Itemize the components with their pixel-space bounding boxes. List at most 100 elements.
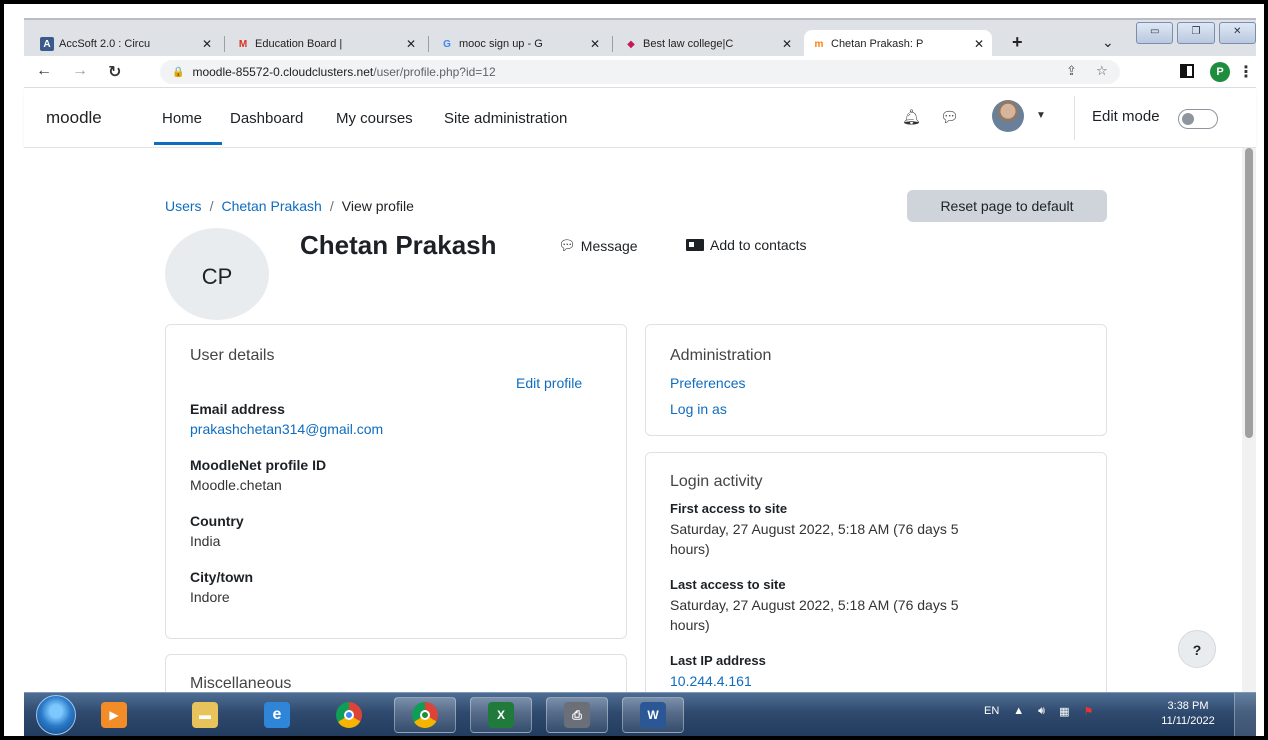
- first-access-value-cont: hours): [670, 541, 710, 557]
- internet-explorer-icon: e: [264, 702, 290, 728]
- login-activity-card: Login activity First access to site Satu…: [645, 452, 1107, 692]
- browser-toolbar: ← → ↻ 🔒 moodle-85572-0.cloudclusters.net…: [24, 56, 1256, 88]
- minimize-icon[interactable]: ▭: [1136, 22, 1174, 44]
- browser-tab-chetan-prakash[interactable]: m Chetan Prakash: P ✕: [804, 30, 992, 58]
- clock-date: 11/11/2022: [1161, 715, 1215, 727]
- url-path: /user/profile.php?id=12: [373, 65, 496, 79]
- user-avatar[interactable]: [992, 100, 1024, 132]
- taskbar-file-explorer[interactable]: ▬: [174, 697, 236, 733]
- active-nav-indicator: [154, 142, 222, 145]
- breadcrumb-chetan-prakash[interactable]: Chetan Prakash: [221, 198, 321, 214]
- taskbar-printer[interactable]: ⎙: [546, 697, 608, 733]
- user-details-title: User details: [190, 347, 275, 364]
- taskbar-internet-explorer[interactable]: e: [246, 697, 308, 733]
- browser-tab-mooc-signup[interactable]: G mooc sign up - G ✕: [432, 30, 608, 58]
- system-tray: EN ▲ 🔊︎ ▦ ⚑: [984, 705, 1093, 718]
- windows-start-icon[interactable]: [36, 695, 76, 735]
- miscellaneous-title: Miscellaneous: [190, 675, 292, 692]
- taskbar-chrome[interactable]: [318, 697, 380, 733]
- moodle-brand-logo[interactable]: moodle: [46, 108, 102, 128]
- nav-my-courses[interactable]: My courses: [336, 110, 413, 127]
- tab-title: AccSoft 2.0 : Circu: [59, 38, 151, 50]
- reload-icon[interactable]: ↻: [108, 62, 121, 82]
- flag-icon[interactable]: ⚑: [1084, 705, 1094, 718]
- taskbar-media-player[interactable]: ▶: [94, 697, 134, 733]
- taskbar-word[interactable]: W: [622, 697, 684, 733]
- tab-title: Education Board |: [255, 38, 343, 50]
- browser-tab-accsoft[interactable]: A AccSoft 2.0 : Circu ✕: [32, 30, 220, 58]
- taskbar-clock[interactable]: 3:38 PM 11/11/2022: [1156, 699, 1220, 729]
- moodlenet-value: Moodle.chetan: [190, 477, 282, 493]
- add-to-contacts-label: Add to contacts: [710, 237, 807, 253]
- last-access-label: Last access to site: [670, 577, 786, 592]
- show-desktop-button[interactable]: [1234, 693, 1256, 736]
- login-activity-title: Login activity: [670, 473, 763, 490]
- edit-mode-toggle[interactable]: [1178, 109, 1218, 129]
- page-scrollbar[interactable]: [1242, 148, 1256, 692]
- first-access-value: Saturday, 27 August 2022, 5:18 AM (76 da…: [670, 521, 959, 537]
- network-icon[interactable]: ▦: [1059, 705, 1069, 718]
- tab-search-chevron-icon[interactable]: ⌄: [1102, 34, 1114, 51]
- first-access-label: First access to site: [670, 501, 788, 516]
- browser-tab-education-board[interactable]: M Education Board | ✕: [228, 30, 424, 58]
- page-title: Chetan Prakash: [300, 230, 497, 260]
- edit-profile-link[interactable]: Edit profile: [516, 375, 582, 391]
- language-indicator[interactable]: EN: [984, 705, 999, 718]
- media-player-icon: ▶: [101, 702, 127, 728]
- last-ip-label: Last IP address: [670, 653, 766, 668]
- preferences-link[interactable]: Preferences: [670, 375, 745, 391]
- maximize-icon[interactable]: ❐: [1177, 22, 1215, 44]
- scrollbar-thumb[interactable]: [1245, 148, 1253, 438]
- nav-site-administration[interactable]: Site administration: [444, 110, 567, 127]
- tab-close-icon[interactable]: ✕: [782, 37, 792, 51]
- nav-dashboard[interactable]: Dashboard: [230, 110, 303, 127]
- moodlenet-label: MoodleNet profile ID: [190, 457, 327, 473]
- nav-home[interactable]: Home: [162, 110, 202, 127]
- user-menu-chevron-icon[interactable]: ▼: [1036, 110, 1046, 121]
- log-in-as-link[interactable]: Log in as: [670, 401, 727, 417]
- screenshot-frame: A AccSoft 2.0 : Circu ✕ M Education Boar…: [0, 0, 1268, 740]
- reset-page-button[interactable]: Reset page to default: [907, 190, 1107, 222]
- last-ip-value[interactable]: 10.244.4.161: [670, 673, 752, 689]
- new-tab-button[interactable]: +: [1012, 32, 1023, 53]
- tab-separator: [428, 36, 429, 52]
- message-link[interactable]: 💬︎ Message: [558, 237, 638, 254]
- gmail-favicon-icon: M: [238, 38, 248, 50]
- email-value-link[interactable]: prakashchetan314@gmail.com: [190, 421, 383, 437]
- excel-icon: X: [488, 702, 514, 728]
- breadcrumb-separator: /: [209, 198, 214, 214]
- country-label: Country: [190, 513, 244, 529]
- tab-title: mooc sign up - G: [459, 38, 543, 50]
- address-bar[interactable]: 🔒 moodle-85572-0.cloudclusters.net /user…: [160, 60, 1120, 84]
- edit-mode-label: Edit mode: [1092, 108, 1160, 125]
- tray-expand-icon[interactable]: ▲: [1013, 705, 1024, 718]
- forward-arrow-icon[interactable]: →: [72, 62, 88, 80]
- side-panel-icon[interactable]: [1180, 64, 1194, 78]
- taskbar-excel[interactable]: X: [470, 697, 532, 733]
- windows-taskbar: ▶ ▬ e X ⎙ W EN ▲ 🔊︎ ▦ ⚑ 3:38 PM 11/11/20…: [24, 692, 1256, 736]
- url-host: moodle-85572-0.cloudclusters.net: [192, 65, 374, 79]
- breadcrumb-users[interactable]: Users: [165, 198, 202, 214]
- tab-close-icon[interactable]: ✕: [202, 37, 212, 51]
- tab-close-icon[interactable]: ✕: [590, 37, 600, 51]
- back-arrow-icon[interactable]: ←: [36, 62, 52, 80]
- tab-close-icon[interactable]: ✕: [974, 37, 984, 51]
- taskbar-chrome-profile[interactable]: [394, 697, 456, 733]
- browser-tab-law-college[interactable]: ◆ Best law college|C ✕: [616, 30, 800, 58]
- tab-close-icon[interactable]: ✕: [406, 37, 416, 51]
- messages-chat-icon[interactable]: 💬︎: [940, 108, 959, 126]
- share-icon[interactable]: ⇪: [1066, 63, 1077, 79]
- chrome-profile-icon: [412, 702, 438, 728]
- volume-icon[interactable]: 🔊︎: [1038, 705, 1045, 718]
- bookmark-star-icon[interactable]: ☆: [1096, 63, 1108, 79]
- chrome-icon: [336, 702, 362, 728]
- close-window-icon[interactable]: ✕: [1218, 22, 1256, 44]
- profile-avatar-icon[interactable]: P: [1210, 62, 1230, 82]
- help-button[interactable]: ?: [1178, 630, 1216, 668]
- tab-separator: [612, 36, 613, 52]
- email-label: Email address: [190, 401, 285, 417]
- add-to-contacts-link[interactable]: Add to contacts: [686, 237, 807, 253]
- page-content: Users / Chetan Prakash / View profile Re…: [24, 148, 1242, 692]
- notification-bell-icon[interactable]: 🔔︎: [902, 108, 921, 126]
- browser-menu-icon[interactable]: ⋮: [1238, 62, 1254, 82]
